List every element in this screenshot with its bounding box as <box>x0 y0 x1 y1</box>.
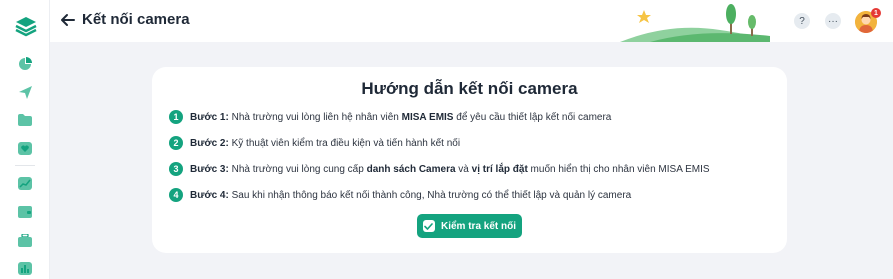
check-connection-button[interactable]: Kiểm tra kết nối <box>417 214 522 238</box>
step-number: 3 <box>169 162 183 176</box>
step-text: Bước 1: Nhà trường vui lòng liên hệ nhân… <box>190 111 612 123</box>
wallet-icon[interactable] <box>16 203 34 221</box>
trend-chart-icon[interactable] <box>16 174 34 192</box>
app-logo-icon[interactable] <box>14 15 38 39</box>
guide-card: Hướng dẫn kết nối camera 1 Bước 1: Nhà t… <box>152 67 787 253</box>
briefcase-icon[interactable] <box>16 231 34 249</box>
step-3: 3 Bước 3: Nhà trường vui lòng cung cấp d… <box>169 161 710 177</box>
landscape-illustration <box>620 4 770 42</box>
heart-card-icon[interactable] <box>16 139 34 157</box>
more-options-icon[interactable]: ··· <box>825 13 841 29</box>
step-number: 1 <box>169 110 183 124</box>
sidebar <box>0 0 50 279</box>
step-text: Bước 4: Sau khi nhận thông báo kết nối t… <box>190 189 632 201</box>
step-2: 2 Bước 2: Kỹ thuật viên kiểm tra điều ki… <box>169 135 460 151</box>
help-icon[interactable]: ? <box>794 13 810 29</box>
sidebar-divider <box>15 165 35 166</box>
step-4: 4 Bước 4: Sau khi nhận thông báo kết nối… <box>169 187 631 203</box>
folder-icon[interactable] <box>16 111 34 129</box>
send-icon[interactable] <box>16 83 34 101</box>
checkbox-check-icon <box>422 220 435 232</box>
step-number: 4 <box>169 188 183 202</box>
page-title: Kết nối camera <box>82 11 190 28</box>
step-text: Bước 3: Nhà trường vui lòng cung cấp dan… <box>190 163 710 175</box>
check-connection-label: Kiểm tra kết nối <box>440 220 517 232</box>
guide-title: Hướng dẫn kết nối camera <box>361 79 578 98</box>
header: Kết nối camera ? ··· 1 <box>50 0 893 42</box>
bar-chart-icon[interactable] <box>16 259 34 277</box>
step-text: Bước 2: Kỹ thuật viên kiểm tra điều kiện… <box>190 137 461 149</box>
back-arrow-icon[interactable] <box>60 12 76 28</box>
pie-chart-icon[interactable] <box>16 55 34 73</box>
step-1: 1 Bước 1: Nhà trường vui lòng liên hệ nh… <box>169 109 611 125</box>
notification-badge: 1 <box>871 8 881 18</box>
step-number: 2 <box>169 136 183 150</box>
